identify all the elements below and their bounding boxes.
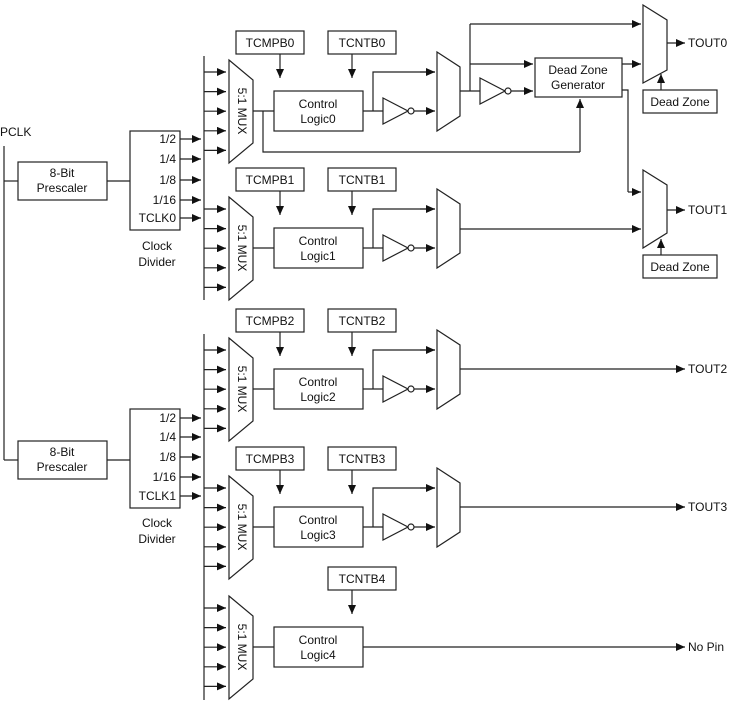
- inverter-2-bubble: [407, 385, 415, 393]
- pwm-timer-block-diagram: PCLK8-BitPrescaler1/21/41/81/16TCLK0Cloc…: [0, 3, 727, 701]
- dead-zone-box-label: Dead Zone: [650, 95, 710, 109]
- mux-label: 5:1 MUX: [235, 504, 249, 551]
- inverter-1: [382, 234, 410, 262]
- tcmpb-label: TCMPB0: [246, 36, 295, 50]
- clock-divider-label: Clock: [142, 516, 173, 530]
- divider-ratio-label: 1/2: [159, 411, 176, 425]
- clock-divider-label: Clock: [142, 239, 173, 253]
- tcmpb-label: TCMPB2: [246, 314, 295, 328]
- polarity-mux-2: [436, 328, 461, 411]
- dead-zone-generator-label: Dead Zone: [548, 63, 608, 77]
- tout2-label: TOUT2: [688, 362, 727, 376]
- dead-zone-output-wire: [622, 89, 629, 192]
- polarity-mux-1: [436, 187, 461, 270]
- control-logic-label: Control: [299, 375, 338, 389]
- divider-ratio-label: 1/16: [153, 470, 177, 484]
- direct-path-wire: [372, 349, 435, 389]
- prescaler-label: 8-Bit: [50, 445, 75, 459]
- mux-label: 5:1 MUX: [235, 366, 249, 413]
- control-logic-label: Control: [299, 234, 338, 248]
- tout1-label: TOUT1: [688, 203, 727, 217]
- mux-label: 5:1 MUX: [235, 624, 249, 671]
- control-logic-label: Control: [299, 513, 338, 527]
- pclk-label: PCLK: [0, 125, 31, 139]
- control-logic-label: Logic4: [300, 648, 336, 662]
- direct-path-wire: [372, 71, 435, 111]
- control-logic-label: Logic0: [300, 112, 336, 126]
- output-mux-0: [642, 3, 668, 85]
- tcntb-label: TCNTB3: [339, 452, 386, 466]
- tcntb-label: TCNTB1: [339, 173, 386, 187]
- dead-zone-generator-label: Generator: [551, 78, 605, 92]
- divider-ratio-label: 1/4: [159, 430, 176, 444]
- prescaler-label: Prescaler: [37, 181, 88, 195]
- prescaler-label: 8-Bit: [50, 166, 75, 180]
- inverter-3-bubble: [407, 523, 415, 531]
- tout0-label: TOUT0: [688, 36, 727, 50]
- tcntb-label: TCNTB4: [339, 572, 386, 586]
- divider-ratio-label: TCLK0: [139, 211, 177, 225]
- prescaler-label: Prescaler: [37, 460, 88, 474]
- clock-divider-label: Divider: [138, 255, 175, 269]
- divider-ratio-label: 1/16: [153, 193, 177, 207]
- inverter-2: [382, 375, 410, 403]
- polarity-mux-3: [436, 466, 461, 549]
- tcmpb-label: TCMPB1: [246, 173, 295, 187]
- direct-path-wire: [372, 208, 435, 248]
- control-logic-label: Logic3: [300, 528, 336, 542]
- mux-label: 5:1 MUX: [235, 225, 249, 272]
- direct-path-wire: [372, 487, 435, 527]
- inverter-0-bubble: [407, 107, 415, 115]
- inverter-3: [382, 513, 410, 541]
- inverter-0: [382, 97, 410, 125]
- control-logic-label: Logic1: [300, 249, 336, 263]
- dead-zone-box-label: Dead Zone: [650, 260, 710, 274]
- inverter-1-bubble: [407, 244, 415, 252]
- divider-ratio-label: 1/8: [159, 450, 176, 464]
- control-logic-label: Control: [299, 633, 338, 647]
- divider-ratio-label: 1/8: [159, 173, 176, 187]
- output-mux-1: [642, 168, 668, 250]
- inverter-dz: [479, 77, 507, 105]
- divider-ratio-label: TCLK1: [139, 489, 177, 503]
- tout3-label: TOUT3: [688, 500, 727, 514]
- no-pin-label: No Pin: [688, 640, 724, 654]
- control-logic-label: Control: [299, 97, 338, 111]
- inverter-dz-bubble: [504, 87, 512, 95]
- divider-ratio-label: 1/2: [159, 132, 176, 146]
- tcntb-label: TCNTB0: [339, 36, 386, 50]
- clock-divider-label: Divider: [138, 532, 175, 546]
- tcmpb-label: TCMPB3: [246, 452, 295, 466]
- control-logic-label: Logic2: [300, 390, 336, 404]
- tcntb-label: TCNTB2: [339, 314, 386, 328]
- polarity-mux-0: [436, 50, 461, 133]
- mux-label: 5:1 MUX: [235, 88, 249, 135]
- divider-ratio-label: 1/4: [159, 152, 176, 166]
